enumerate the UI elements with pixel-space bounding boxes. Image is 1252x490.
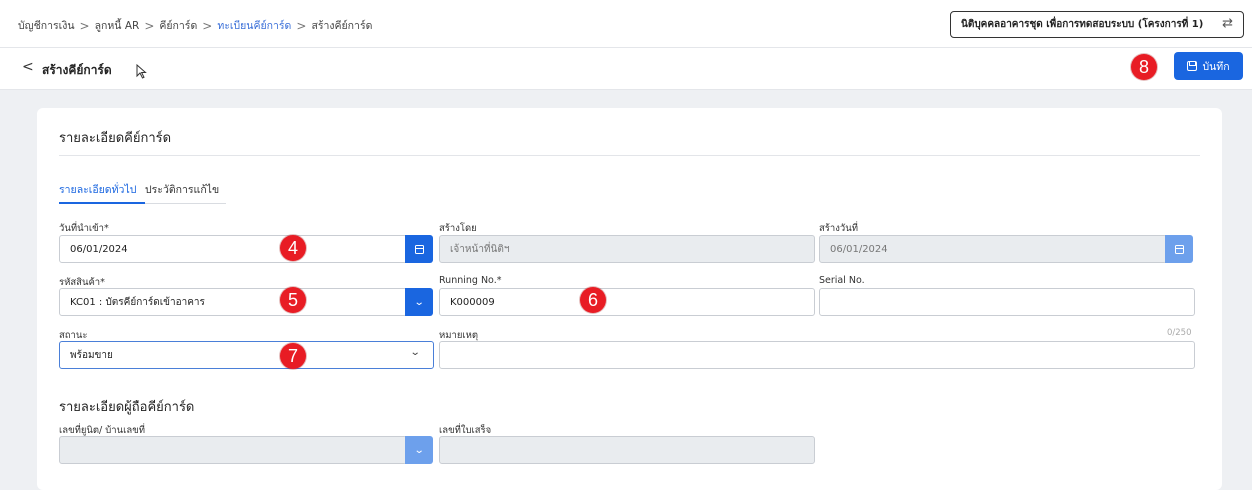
remark-char-counter: 0/250 [1167,328,1192,338]
card-title: รายละเอียดคีย์การ์ด [59,131,172,146]
import-date-calendar-button[interactable] [405,235,433,263]
breadcrumb-item-create-keycard: สร้างคีย์การ์ด [311,20,373,32]
breadcrumb-item-finance[interactable]: บัญชีการเงิน [18,17,75,34]
annotation-badge-6: 6 [580,287,606,313]
swap-icon: ⇄ [1222,16,1233,31]
project-selector[interactable]: นิติบุคคลอาคารชุด เพื่อการทดสอบระบบ (โคร… [950,11,1244,38]
serial-no-input[interactable] [819,288,1195,316]
product-code-select[interactable]: KC01 : บัตรคีย์การ์ดเข้าอาคาร [59,288,407,316]
breadcrumb-separator: > [79,18,90,33]
breadcrumb: บัญชีการเงิน > ลูกหนี้ AR > คีย์การ์ด > … [18,17,372,34]
created-by-label: สร้างโดย [439,223,477,234]
calendar-icon [414,244,424,254]
back-icon[interactable]: < [22,59,34,75]
save-icon [1187,61,1198,71]
chevron-down-icon: ⌄ [413,444,425,456]
active-tab-indicator [59,202,145,204]
created-date-field: 06/01/2024 [819,235,1167,263]
remark-input[interactable] [439,341,1195,369]
created-by-field: เจ้าหน้าที่นิติฯ [439,235,815,263]
breadcrumb-item-keycard-registry[interactable]: ทะเบียนคีย์การ์ด [217,17,291,34]
top-bar: บัญชีการเงิน > ลูกหนี้ AR > คีย์การ์ด > … [0,0,1252,48]
serial-no-label: Serial No. [819,275,865,286]
unit-no-dropdown-button: ⌄ [405,436,433,464]
chevron-down-icon[interactable]: ⌄ [410,347,421,358]
card-divider [59,155,1200,156]
created-date-calendar-button [1165,235,1193,263]
holder-section-title: รายละเอียดผู้ถือคีย์การ์ด [59,400,195,415]
tab-edit-history[interactable]: ประวัติการแก้ไข [145,181,219,198]
product-code-dropdown-button[interactable]: ⌄ [405,288,433,316]
tab-baseline [145,203,226,204]
page-header: < สร้างคีย์การ์ด [0,48,1252,90]
mouse-cursor-icon [136,64,147,79]
breadcrumb-item-keycard[interactable]: คีย์การ์ด [159,17,197,34]
receipt-no-field [439,436,815,464]
chevron-down-icon: ⌄ [413,296,425,308]
running-no-input[interactable]: K000009 [439,288,815,316]
breadcrumb-item-ar[interactable]: ลูกหนี้ AR [95,17,140,34]
save-button-label: บันทึก [1202,60,1230,73]
tab-general-details[interactable]: รายละเอียดทั่วไป [59,181,136,198]
status-select[interactable]: พร้อมขาย [59,341,434,369]
project-selector-label: นิติบุคคลอาคารชุด เพื่อการทดสอบระบบ (โคร… [961,19,1204,30]
breadcrumb-separator: > [296,18,307,33]
annotation-badge-8: 8 [1131,54,1157,80]
calendar-icon [1174,244,1184,254]
import-date-label: วันที่นำเข้า* [59,223,109,234]
annotation-badge-4: 4 [280,235,306,261]
annotation-badge-7: 7 [280,343,306,369]
created-date-label: สร้างวันที่ [819,223,858,234]
breadcrumb-separator: > [202,18,213,33]
save-button[interactable]: บันทึก [1174,52,1243,80]
import-date-input[interactable]: 06/01/2024 [59,235,407,263]
unit-no-select [59,436,407,464]
annotation-badge-5: 5 [280,287,306,313]
breadcrumb-separator: > [144,18,155,33]
running-no-label: Running No.* [439,275,502,286]
page-title: สร้างคีย์การ์ด [42,63,112,77]
